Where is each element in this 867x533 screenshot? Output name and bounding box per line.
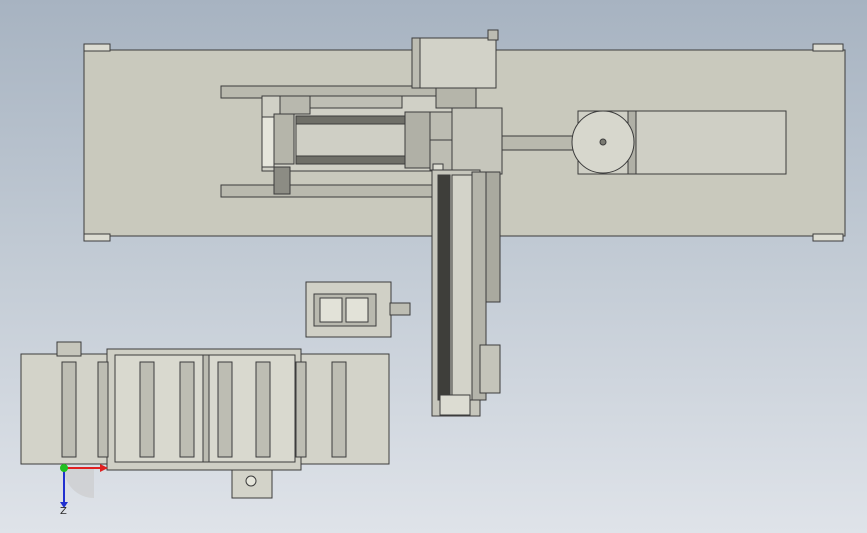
linear-rail-vertical bbox=[431, 169, 501, 417]
graphics-viewport[interactable]: Z bbox=[0, 0, 867, 533]
drive-roller bbox=[571, 110, 787, 175]
assembly-drawing: Z bbox=[20, 29, 846, 517]
z-axis-label: Z bbox=[60, 506, 67, 517]
coordinate-triad: Z bbox=[60, 464, 108, 517]
fixture-plate bbox=[305, 281, 411, 338]
